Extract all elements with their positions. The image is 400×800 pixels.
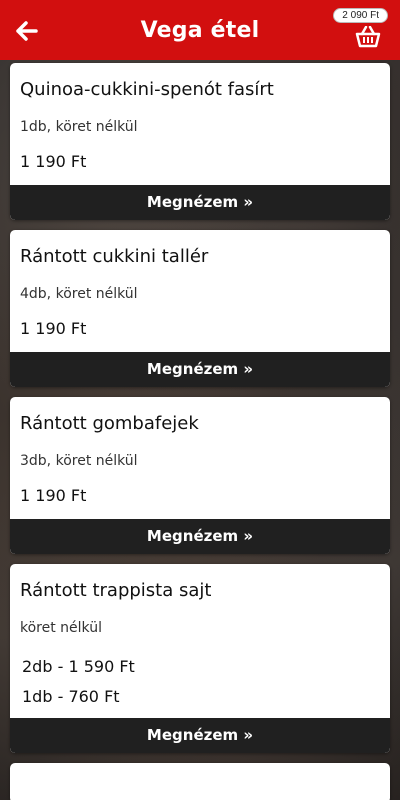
product-card: Rántott trappista sajt köret nélkül 2db … [10, 564, 390, 753]
price-option: 2db - 1 590 Ft [22, 657, 135, 676]
product-card: Rántott gombafejek 3db, köret nélkül 1 1… [10, 397, 390, 554]
product-price: 1 190 Ft [20, 486, 87, 505]
view-product-button[interactable]: Megnézem » [10, 352, 390, 387]
price-options: 2db - 1 590 Ft 1db - 760 Ft [20, 652, 380, 712]
product-card: Quinoa-cukkini-spenót fasírt 1db, köret … [10, 63, 390, 220]
cart-total-badge: 2 090 Ft [333, 8, 388, 23]
product-name: Rántott trappista sajt [20, 580, 212, 601]
product-name: Quinoa-cukkini-spenót fasírt [20, 79, 274, 100]
back-button[interactable] [12, 16, 42, 46]
cart-button[interactable]: 2 090 Ft [330, 6, 390, 54]
product-name: Rántott cukkini tallér [20, 246, 209, 267]
product-card-partial [10, 763, 390, 800]
product-price: 1 190 Ft [20, 319, 87, 338]
product-description: 1db, köret nélkül [20, 119, 138, 135]
arrow-left-icon [16, 21, 38, 41]
price-option: 1db - 760 Ft [22, 687, 120, 706]
view-product-button[interactable]: Megnézem » [10, 718, 390, 753]
product-list: Quinoa-cukkini-spenót fasírt 1db, köret … [10, 63, 390, 800]
basket-icon [355, 26, 381, 48]
header-bar: Vega étel 2 090 Ft [0, 0, 400, 60]
product-card: Rántott cukkini tallér 4db, köret nélkül… [10, 230, 390, 387]
product-description: köret nélkül [20, 620, 102, 636]
product-description: 3db, köret nélkül [20, 453, 138, 469]
view-product-button[interactable]: Megnézem » [10, 185, 390, 220]
view-product-button[interactable]: Megnézem » [10, 519, 390, 554]
page-title: Vega étel [140, 17, 260, 43]
product-description: 4db, köret nélkül [20, 286, 138, 302]
product-name: Rántott gombafejek [20, 413, 199, 434]
product-price: 1 190 Ft [20, 152, 87, 171]
